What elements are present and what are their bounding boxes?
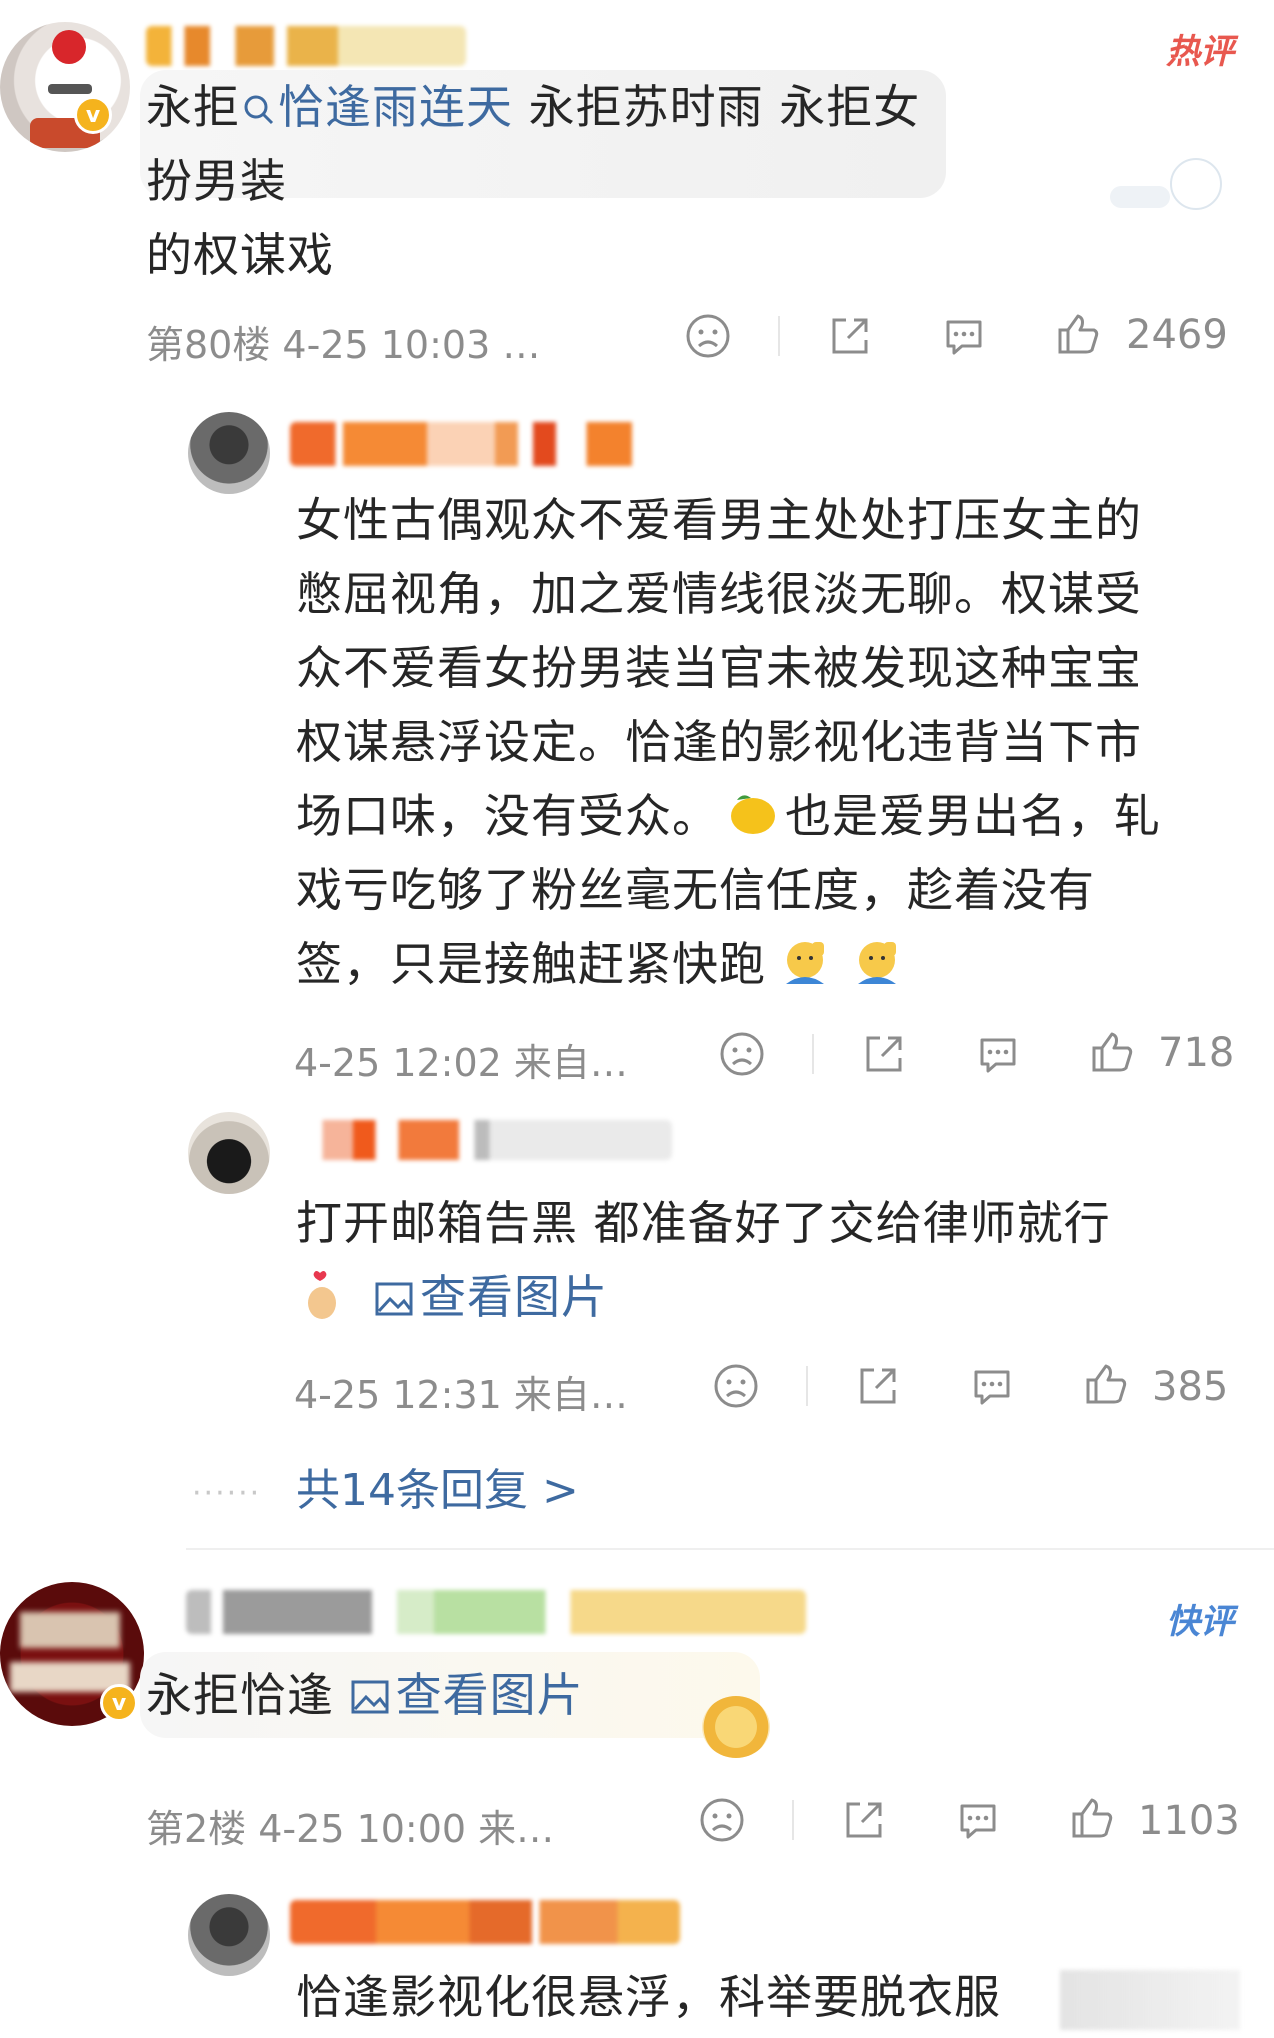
- comment-meta: 第2楼 4-25 10:00 来…: [146, 1807, 555, 1851]
- share-icon[interactable]: [826, 312, 874, 360]
- avatar[interactable]: [188, 1112, 270, 1194]
- username[interactable]: [290, 422, 670, 466]
- divider: [792, 1800, 794, 1840]
- username[interactable]: [292, 1120, 672, 1160]
- comment-icon[interactable]: [968, 1362, 1016, 1410]
- more-replies-dots: ······: [192, 1476, 262, 1511]
- dislike-icon[interactable]: [684, 312, 732, 360]
- search-icon: [244, 95, 274, 125]
- share-icon[interactable]: [840, 1796, 888, 1844]
- fast-comment-badge: 快评: [1166, 1602, 1234, 1642]
- image-icon: [351, 1680, 389, 1714]
- comment-icon[interactable]: [940, 312, 988, 360]
- view-image-link[interactable]: 查看图片: [350, 1668, 584, 1722]
- avatar[interactable]: [188, 1894, 270, 1976]
- salute-emoji: [786, 942, 824, 984]
- share-icon[interactable]: [860, 1030, 908, 1078]
- like-count: 718: [1158, 1030, 1235, 1076]
- salute-emoji: [858, 942, 896, 984]
- username[interactable]: [146, 26, 466, 66]
- like-icon[interactable]: [1068, 1794, 1116, 1842]
- hot-comment-badge: 热评: [1166, 32, 1234, 72]
- image-icon: [375, 1282, 413, 1316]
- search-link[interactable]: 恰逢雨连天: [240, 80, 513, 134]
- like-count: 2469: [1126, 312, 1228, 358]
- reply-meta: 4-25 12:31 来自…: [294, 1373, 628, 1417]
- like-icon[interactable]: [1088, 1028, 1136, 1076]
- reply-text: 打开邮箱告黑 都准备好了交给律师就行 查看图片: [296, 1196, 1111, 1324]
- like-icon[interactable]: [1082, 1360, 1130, 1408]
- avatar[interactable]: [0, 22, 130, 152]
- dislike-icon[interactable]: [698, 1796, 746, 1844]
- share-icon[interactable]: [854, 1362, 902, 1410]
- verified-badge: v: [100, 1684, 138, 1722]
- like-count: 1103: [1138, 1798, 1240, 1844]
- dislike-icon[interactable]: [712, 1362, 760, 1410]
- snow-decoration: [1110, 186, 1170, 208]
- medal-sticker: [702, 1696, 770, 1758]
- lemon-emoji: [731, 795, 775, 834]
- comment-divider: [186, 1548, 1274, 1550]
- dislike-icon[interactable]: [718, 1030, 766, 1078]
- view-image-link[interactable]: 查看图片: [374, 1270, 608, 1324]
- more-replies-link[interactable]: 共14条回复 >: [296, 1454, 579, 1518]
- comment-text: 永拒 恰逢雨连天 永拒苏时雨 永拒女扮男装 的权谋戏: [146, 80, 921, 282]
- like-count: 385: [1152, 1364, 1229, 1410]
- username[interactable]: [186, 1590, 806, 1634]
- snowman-sticker: [1170, 158, 1222, 210]
- comment-meta: 第80楼 4-25 10:03 …: [146, 323, 541, 367]
- divider: [806, 1366, 808, 1406]
- like-icon[interactable]: [1054, 310, 1102, 358]
- verified-badge: v: [74, 96, 112, 134]
- comment-icon[interactable]: [974, 1030, 1022, 1078]
- watermark: [1060, 1970, 1240, 2030]
- finger-heart-emoji: [308, 1271, 336, 1319]
- avatar[interactable]: [188, 412, 270, 494]
- reply-text: 女性古偶观众不爱看男主处处打压女主的 憋屈视角，加之爱情线很淡无聊。权谋受 众不…: [296, 493, 1161, 991]
- divider: [778, 316, 780, 356]
- reply-meta: 4-25 12:02 来自…: [294, 1041, 628, 1085]
- username[interactable]: [290, 1900, 680, 1944]
- divider: [812, 1034, 814, 1074]
- comment-icon[interactable]: [954, 1796, 1002, 1844]
